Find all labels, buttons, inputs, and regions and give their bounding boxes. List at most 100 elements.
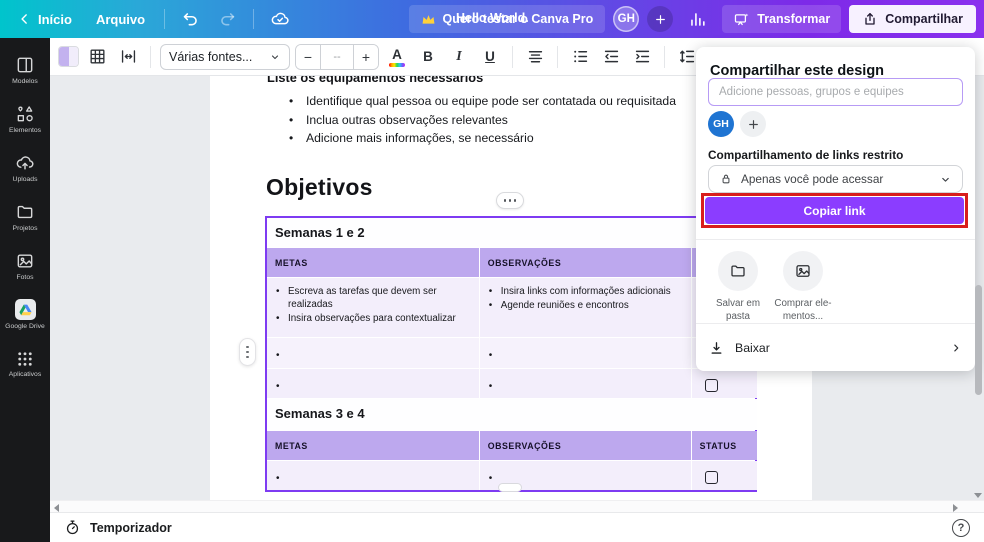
redo-button[interactable] bbox=[211, 5, 244, 34]
download-icon bbox=[708, 340, 725, 357]
insights-button[interactable] bbox=[681, 5, 714, 34]
transform-button[interactable]: Transformar bbox=[722, 5, 842, 33]
share-panel-title: Compartilhar este design bbox=[710, 63, 885, 79]
share-button[interactable]: Compartilhar bbox=[849, 5, 976, 33]
redo-icon bbox=[218, 10, 237, 29]
vertical-scrollbar-thumb[interactable] bbox=[975, 285, 982, 395]
scroll-right-arrow[interactable] bbox=[953, 504, 958, 512]
save-status-button[interactable] bbox=[263, 4, 297, 34]
plus-icon bbox=[654, 13, 667, 26]
bar-chart-icon bbox=[688, 10, 707, 29]
table-cell[interactable] bbox=[267, 461, 479, 490]
more-options-button[interactable] bbox=[496, 192, 524, 209]
help-button[interactable]: ? bbox=[952, 519, 970, 537]
bullet-list-button[interactable] bbox=[567, 44, 593, 70]
save-to-folder-button[interactable]: Salvar em pasta bbox=[705, 251, 771, 323]
status-checkbox[interactable] bbox=[704, 379, 718, 392]
divider bbox=[696, 239, 975, 240]
row-drag-handle[interactable] bbox=[239, 338, 256, 366]
add-person-button[interactable] bbox=[740, 111, 766, 137]
scroll-down-arrow[interactable] bbox=[974, 493, 982, 498]
apps-grid-icon bbox=[16, 350, 34, 368]
timer-label[interactable]: Temporizador bbox=[90, 521, 172, 535]
sidebar-item-elementos[interactable]: Elementos bbox=[1, 95, 49, 142]
bold-button[interactable]: B bbox=[415, 44, 441, 70]
doc-bullet-item[interactable]: Identifique qual pessoa ou equipe pode s… bbox=[289, 92, 676, 111]
column-header-observacoes[interactable]: OBSERVAÇÕES bbox=[479, 431, 691, 460]
table-cell[interactable] bbox=[691, 369, 757, 398]
italic-button[interactable]: I bbox=[446, 44, 472, 70]
add-people-input[interactable] bbox=[708, 78, 963, 106]
user-avatar[interactable]: GH bbox=[613, 6, 640, 32]
font-family-selector[interactable]: Várias fontes... bbox=[160, 43, 290, 70]
google-drive-icon bbox=[14, 299, 36, 320]
download-row[interactable]: Baixar bbox=[708, 335, 963, 361]
column-header-status[interactable]: STATUS bbox=[691, 431, 757, 460]
bullet-list-icon bbox=[571, 47, 590, 66]
font-size-decrease-button[interactable]: − bbox=[296, 44, 320, 69]
chevron-left-icon bbox=[18, 12, 32, 26]
sidebar-item-projetos[interactable]: Projetos bbox=[1, 193, 49, 240]
table-cell[interactable] bbox=[479, 338, 691, 368]
sidebar-item-uploads[interactable]: Uploads bbox=[1, 144, 49, 191]
try-canva-pro-label: Quero testar o Canva Pro bbox=[442, 12, 594, 26]
magic-presentation-icon bbox=[733, 11, 750, 28]
table-resize-handle[interactable] bbox=[498, 483, 522, 492]
table-grid-icon bbox=[88, 47, 107, 66]
panel-user-avatar[interactable]: GH bbox=[708, 111, 734, 137]
divider bbox=[557, 45, 558, 68]
font-size-increase-button[interactable]: + bbox=[354, 44, 378, 69]
table-cell[interactable] bbox=[691, 461, 757, 490]
doc-bullet-item[interactable]: Inclua outras observações relevantes bbox=[289, 111, 676, 130]
try-canva-pro-button[interactable]: Quero testar o Canva Pro bbox=[408, 5, 606, 33]
chevron-down-icon bbox=[939, 173, 952, 186]
table-cell[interactable]: Escreva as tarefas que devem ser realiza… bbox=[267, 278, 479, 337]
link-restriction-label: Compartilhamento de links restrito bbox=[708, 148, 904, 162]
section-heading[interactable]: Objetivos bbox=[266, 174, 373, 201]
undo-icon bbox=[181, 10, 200, 29]
table-section-title[interactable]: Semanas 3 e 4 bbox=[267, 399, 757, 430]
status-bar: Temporizador ? bbox=[50, 512, 984, 542]
column-header-observacoes[interactable]: OBSERVAÇÕES bbox=[479, 248, 691, 277]
sidebar-item-aplicativos[interactable]: Aplicativos bbox=[1, 340, 49, 387]
sidebar-item-modelos[interactable]: Modelos bbox=[1, 46, 49, 93]
add-member-button[interactable] bbox=[647, 6, 674, 32]
outdent-button[interactable] bbox=[598, 44, 624, 70]
scroll-left-arrow[interactable] bbox=[54, 504, 59, 512]
transform-label: Transformar bbox=[757, 12, 831, 26]
indent-button[interactable] bbox=[629, 44, 655, 70]
sidebar-item-fotos[interactable]: Fotos bbox=[1, 242, 49, 289]
font-size-value[interactable]: -- bbox=[320, 44, 354, 69]
table-cell[interactable]: Insira links com informações adicionais … bbox=[479, 278, 691, 337]
column-header-metas[interactable]: METAS bbox=[267, 431, 479, 460]
table-cell[interactable] bbox=[479, 369, 691, 398]
divider bbox=[164, 9, 166, 29]
text-align-button[interactable] bbox=[522, 44, 548, 70]
text-color-button[interactable]: A bbox=[384, 44, 410, 70]
home-button[interactable]: Início bbox=[8, 6, 82, 33]
table-cell[interactable] bbox=[267, 338, 479, 368]
doc-bullet-list[interactable]: Identifique qual pessoa ou equipe pode s… bbox=[289, 92, 676, 148]
table-grid-button[interactable] bbox=[84, 44, 110, 70]
copy-link-button[interactable]: Copiar link bbox=[705, 197, 964, 224]
table-style-swatch[interactable] bbox=[58, 46, 79, 67]
table-cell[interactable] bbox=[267, 369, 479, 398]
top-bar: Início Arquivo Hello World. Quero testar… bbox=[0, 0, 984, 38]
status-checkbox[interactable] bbox=[704, 471, 718, 484]
column-header-metas[interactable]: METAS bbox=[267, 248, 479, 277]
sidebar-item-google-drive[interactable]: Google Drive bbox=[1, 291, 49, 338]
link-access-dropdown[interactable]: Apenas você pode acessar bbox=[708, 165, 963, 193]
buy-elements-button[interactable]: Comprar ele- mentos... bbox=[770, 251, 836, 323]
text-color-label: A bbox=[392, 47, 402, 62]
folder-icon bbox=[15, 202, 35, 222]
doc-heading[interactable]: Liste os equipamentos necessários bbox=[267, 76, 483, 85]
doc-bullet-item[interactable]: Adicione mais informações, se necessário bbox=[289, 129, 676, 148]
undo-button[interactable] bbox=[174, 5, 207, 34]
crown-icon bbox=[421, 13, 436, 26]
table-section-title[interactable]: Semanas 1 e 2 bbox=[267, 218, 757, 247]
image-icon bbox=[783, 251, 823, 291]
file-menu-button[interactable]: Arquivo bbox=[86, 6, 155, 33]
underline-button[interactable]: U bbox=[477, 44, 503, 70]
chevron-down-icon bbox=[269, 51, 281, 63]
cell-spacing-button[interactable] bbox=[115, 44, 141, 70]
